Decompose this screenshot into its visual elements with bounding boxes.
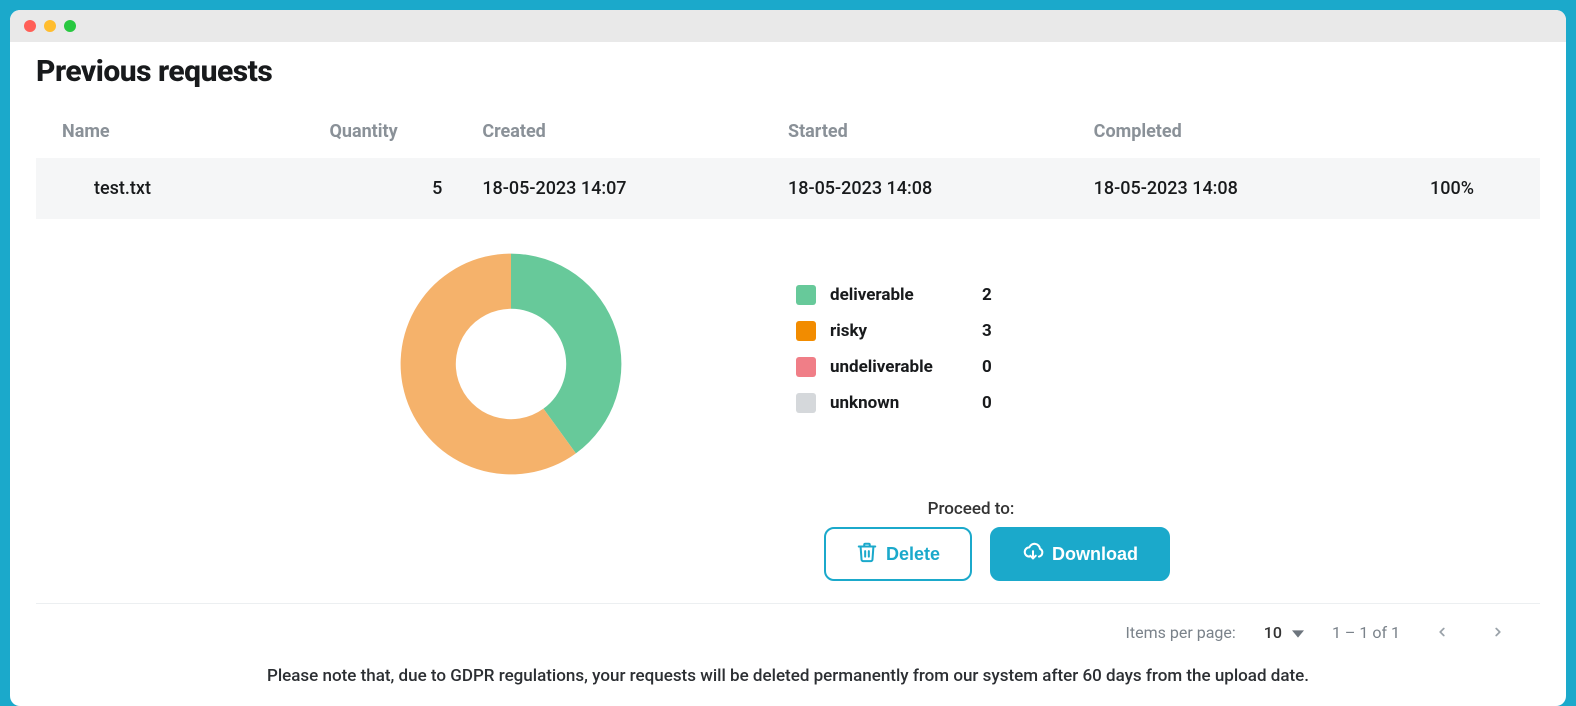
items-per-page-value: 10 [1264,623,1282,642]
legend-value: 2 [982,285,1012,305]
legend-swatch [796,393,816,413]
delete-button-label: Delete [886,544,940,565]
legend-item: undeliverable 0 [796,357,1012,377]
trash-icon [856,541,878,568]
table-row[interactable]: test.txt 5 18-05-2023 14:07 18-05-2023 1… [36,158,1540,219]
cell-name: test.txt [62,178,329,199]
legend-value: 3 [982,321,1012,341]
col-created: Created [482,121,788,142]
legend-label: undeliverable [830,357,970,377]
legend-label: deliverable [830,285,970,305]
app-window: Previous requests Name Quantity Created … [10,10,1566,706]
window-minimize-dot[interactable] [44,20,56,32]
actions-row: Proceed to: Delete [36,491,1540,604]
legend-value: 0 [982,357,1012,377]
download-button[interactable]: Download [990,527,1170,581]
donut-chart [396,249,626,479]
page-title: Previous requests [36,54,1540,89]
gdpr-note: Please note that, due to GDPR regulation… [36,654,1540,686]
col-quantity: Quantity [329,121,482,142]
pagination: Items per page: 10 1 – 1 of 1 [36,604,1540,654]
col-name: Name [62,121,329,142]
cell-quantity: 5 [329,178,482,199]
col-completed: Completed [1094,121,1400,142]
content-area: Previous requests Name Quantity Created … [10,42,1566,706]
prev-page-button[interactable] [1428,618,1456,646]
items-per-page-label: Items per page: [1126,623,1236,642]
legend-swatch [796,285,816,305]
chart-legend: deliverable 2 risky 3 undeliverable 0 un… [796,249,1012,429]
cell-percent: 100% [1399,178,1514,199]
cloud-download-icon [1022,541,1044,568]
table-header: Name Quantity Created Started Completed [36,115,1540,158]
cell-completed: 18-05-2023 14:08 [1094,178,1400,199]
chevron-right-icon [1491,625,1505,639]
proceed-label: Proceed to: [824,499,1118,519]
items-per-page-select[interactable]: 10 [1264,623,1304,642]
legend-item: risky 3 [796,321,1012,341]
page-range: 1 – 1 of 1 [1332,623,1400,642]
col-started: Started [788,121,1094,142]
cell-created: 18-05-2023 14:07 [482,178,788,199]
legend-label: risky [830,321,970,341]
legend-value: 0 [982,393,1012,413]
window-close-dot[interactable] [24,20,36,32]
detail-panel: deliverable 2 risky 3 undeliverable 0 un… [36,219,1540,491]
delete-button[interactable]: Delete [824,527,972,581]
legend-swatch [796,357,816,377]
download-button-label: Download [1052,544,1138,565]
window-titlebar [10,10,1566,42]
window-zoom-dot[interactable] [64,20,76,32]
next-page-button[interactable] [1484,618,1512,646]
caret-down-icon [1292,623,1304,642]
legend-item: deliverable 2 [796,285,1012,305]
legend-label: unknown [830,393,970,413]
legend-swatch [796,321,816,341]
chevron-left-icon [1435,625,1449,639]
cell-started: 18-05-2023 14:08 [788,178,1094,199]
legend-item: unknown 0 [796,393,1012,413]
